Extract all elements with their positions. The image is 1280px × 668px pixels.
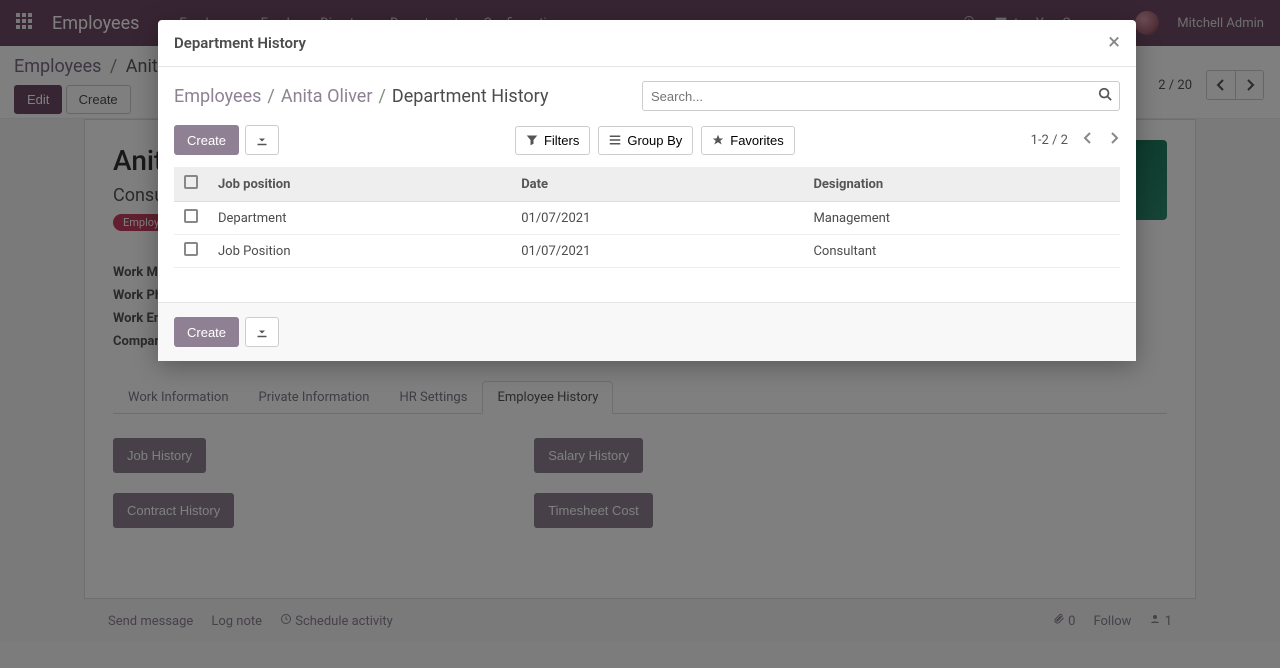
table-row[interactable]: Job Position 01/07/2021 Consultant xyxy=(174,235,1120,268)
modal-pager-next[interactable] xyxy=(1108,132,1120,148)
modal-pager-text: 1-2 / 2 xyxy=(1031,133,1068,148)
cell-job-position: Job Position xyxy=(208,235,511,268)
modal-controls-row: Create Filters Group By Favorites xyxy=(174,125,1120,155)
col-designation[interactable]: Designation xyxy=(803,167,1120,202)
modal-crumb-parent[interactable]: Anita Oliver xyxy=(281,86,373,107)
modal-header: Department History × xyxy=(158,20,1136,67)
col-job-position[interactable]: Job position xyxy=(208,167,511,202)
modal-breadcrumb: Employees / Anita Oliver / Department Hi… xyxy=(174,86,548,107)
cell-date: 01/07/2021 xyxy=(511,202,803,235)
modal-crumb-root[interactable]: Employees xyxy=(174,86,261,107)
modal-create-button[interactable]: Create xyxy=(174,125,239,155)
modal-pager-prev[interactable] xyxy=(1082,132,1094,148)
department-history-modal: Department History × Employees / Anita O… xyxy=(158,20,1136,361)
row-checkbox[interactable] xyxy=(184,209,198,223)
modal-top-row: Employees / Anita Oliver / Department Hi… xyxy=(174,81,1120,111)
cell-designation: Consultant xyxy=(803,235,1120,268)
modal-footer: Create xyxy=(158,302,1136,361)
modal-left-buttons: Create xyxy=(174,125,279,155)
modal-pager-arrows xyxy=(1082,132,1120,148)
history-table: Job position Date Designation Department… xyxy=(174,167,1120,268)
modal-search-wrap xyxy=(642,81,1120,111)
modal-footer-create-button[interactable]: Create xyxy=(174,317,239,347)
modal-footer-export-button[interactable] xyxy=(245,317,279,347)
modal-spacer xyxy=(174,268,1120,298)
table-header-row: Job position Date Designation xyxy=(174,167,1120,202)
table-row[interactable]: Department 01/07/2021 Management xyxy=(174,202,1120,235)
modal-body: Employees / Anita Oliver / Department Hi… xyxy=(158,67,1136,302)
modal-pager: 1-2 / 2 xyxy=(1031,132,1120,148)
modal-title: Department History xyxy=(174,34,306,52)
select-all-column xyxy=(174,167,208,202)
modal-search-input[interactable] xyxy=(642,81,1120,111)
cell-job-position: Department xyxy=(208,202,511,235)
modal-filter-buttons: Filters Group By Favorites xyxy=(515,126,795,155)
modal-crumb-current: Department History xyxy=(392,86,549,107)
cell-designation: Management xyxy=(803,202,1120,235)
modal-close-button[interactable]: × xyxy=(1108,32,1120,54)
row-checkbox[interactable] xyxy=(184,242,198,256)
modal-export-button[interactable] xyxy=(245,125,279,155)
select-all-checkbox[interactable] xyxy=(184,175,198,189)
cell-date: 01/07/2021 xyxy=(511,235,803,268)
group-by-button[interactable]: Group By xyxy=(598,126,693,155)
col-date[interactable]: Date xyxy=(511,167,803,202)
favorites-button[interactable]: Favorites xyxy=(701,126,794,155)
search-icon[interactable] xyxy=(1098,87,1112,105)
filters-button[interactable]: Filters xyxy=(515,126,590,155)
